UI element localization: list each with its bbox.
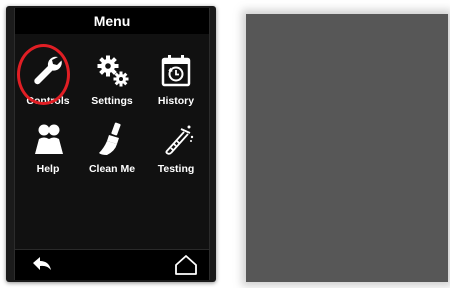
controls-label: Controls <box>26 95 70 107</box>
people-icon <box>16 118 80 162</box>
clean-me-tile[interactable]: Clean Me <box>80 118 144 182</box>
device-screen: Menu Controls Settings History Help Clea… <box>14 8 210 280</box>
back-arrow-icon <box>33 257 51 270</box>
back-button[interactable] <box>29 253 55 277</box>
controls-tile[interactable]: Controls <box>16 50 80 114</box>
settings-label: Settings <box>91 95 133 107</box>
home-icon <box>175 255 197 275</box>
brush-icon <box>80 118 144 162</box>
page-title: Menu <box>93 13 131 29</box>
preview-panel <box>246 14 448 282</box>
testing-label: Testing <box>157 163 195 175</box>
device-frame: Menu Controls Settings History Help Clea… <box>6 6 216 282</box>
history-label: History <box>157 95 195 107</box>
home-button[interactable] <box>173 253 199 277</box>
gears-icon <box>80 50 144 94</box>
testing-tile[interactable]: Testing <box>144 118 208 182</box>
calendar-clock-icon <box>144 50 208 94</box>
help-tile[interactable]: Help <box>16 118 80 182</box>
menu-title-bar: Menu <box>15 8 209 34</box>
stage: Menu Controls Settings History Help Clea… <box>0 0 450 288</box>
settings-tile[interactable]: Settings <box>80 50 144 114</box>
clean-me-label: Clean Me <box>88 163 136 175</box>
history-tile[interactable]: History <box>144 50 208 114</box>
help-label: Help <box>36 163 60 175</box>
bottom-nav-bar <box>15 249 209 280</box>
test-tube-icon <box>144 118 208 162</box>
wrench-icon <box>16 50 80 94</box>
